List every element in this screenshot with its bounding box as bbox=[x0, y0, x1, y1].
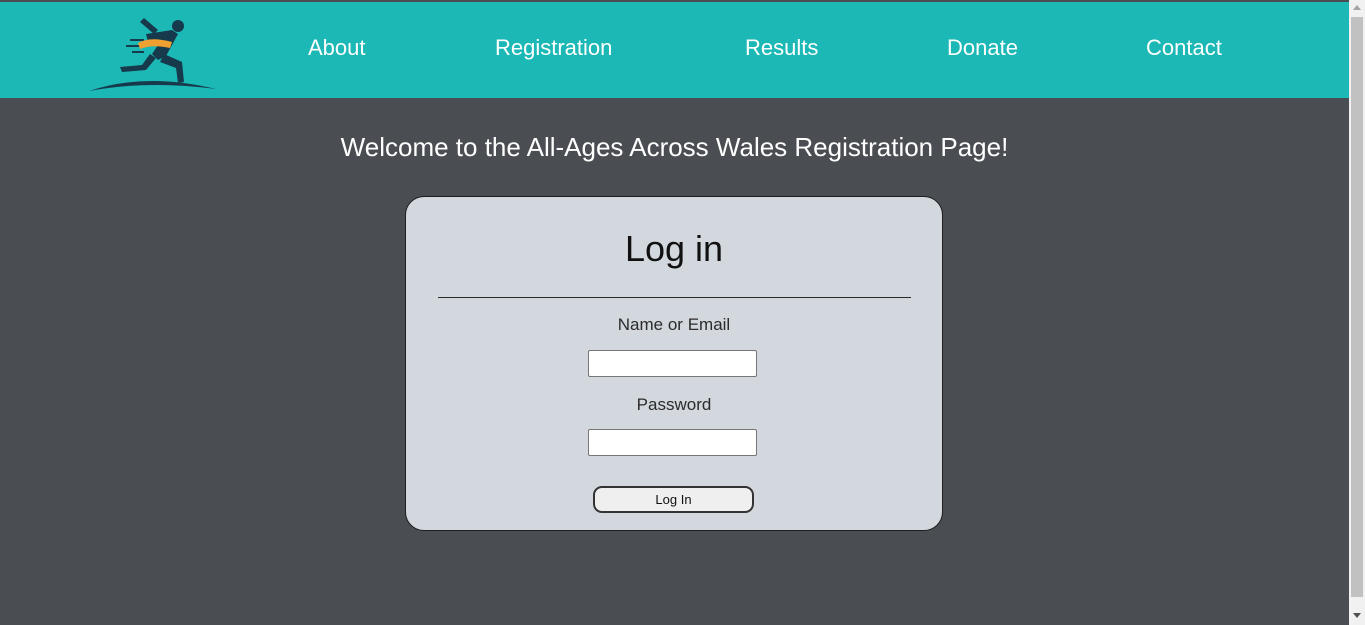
name-or-email-label: Name or Email bbox=[617, 315, 731, 334]
name-or-email-input[interactable] bbox=[588, 350, 757, 377]
password-label: Password bbox=[636, 395, 712, 414]
nav-results-link[interactable]: Results bbox=[745, 34, 818, 62]
nav-contact-link[interactable]: Contact bbox=[1146, 34, 1222, 62]
scrollbar-thumb[interactable] bbox=[1351, 17, 1363, 597]
nav-about-link[interactable]: About bbox=[308, 34, 366, 62]
nav-registration-link[interactable]: Registration bbox=[495, 34, 612, 62]
title-divider bbox=[438, 297, 911, 298]
login-title: Log in bbox=[624, 228, 724, 269]
password-input[interactable] bbox=[588, 429, 757, 456]
welcome-heading: Welcome to the All-Ages Across Wales Reg… bbox=[340, 132, 1009, 162]
running-athlete-logo-icon[interactable] bbox=[86, 12, 220, 94]
site-header: About Registration Results Donate Contac… bbox=[0, 2, 1349, 98]
login-button[interactable]: Log In bbox=[593, 486, 754, 513]
nav-donate-link[interactable]: Donate bbox=[947, 34, 1018, 62]
scroll-down-arrow-icon[interactable] bbox=[1353, 613, 1361, 618]
login-card: Log in Name or Email Password Log In bbox=[405, 196, 943, 531]
page: About Registration Results Donate Contac… bbox=[0, 0, 1349, 625]
vertical-scrollbar[interactable] bbox=[1349, 0, 1365, 625]
scroll-up-arrow-icon[interactable] bbox=[1353, 5, 1361, 10]
